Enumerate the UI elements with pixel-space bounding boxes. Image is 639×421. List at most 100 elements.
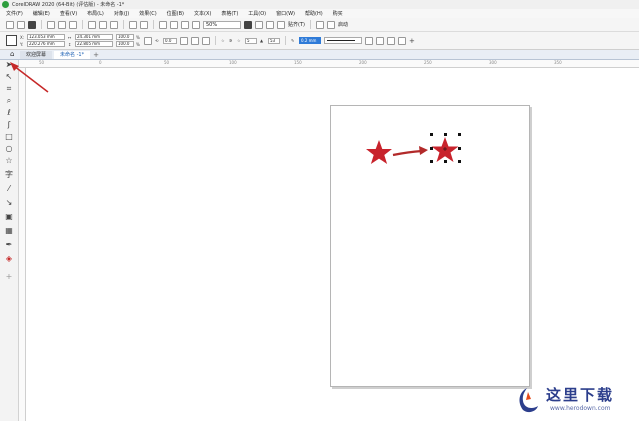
standard-toolbar: 50% 贴齐(T) 启动: [0, 18, 639, 32]
rectangle-tool-icon[interactable]: □: [4, 132, 14, 142]
eyedropper-tool-icon[interactable]: ✒: [4, 240, 14, 250]
sharpness-field[interactable]: 53: [268, 37, 280, 44]
options-gear-icon[interactable]: [315, 20, 324, 29]
freehand-tool-icon[interactable]: ℓ: [4, 108, 14, 118]
copy-icon[interactable]: [99, 20, 107, 29]
x-position-field[interactable]: 123.053 mm: [27, 34, 65, 40]
sharpness-icon: ▲: [260, 38, 264, 43]
launch-dropdown[interactable]: 启动: [338, 21, 348, 28]
menu-edit[interactable]: 编辑(E): [33, 10, 50, 17]
height-field[interactable]: 22.805 mm: [75, 41, 113, 47]
menu-effects[interactable]: 效果(C): [139, 10, 156, 17]
document-page[interactable]: [330, 105, 530, 387]
snap-to-dropdown[interactable]: 贴齐(T): [288, 21, 305, 28]
menu-help[interactable]: 帮助(H): [305, 10, 323, 17]
mirror-vertical-icon[interactable]: [202, 36, 210, 45]
menu-tools[interactable]: 工具(O): [248, 10, 266, 17]
new-tab-icon[interactable]: +: [92, 51, 100, 59]
toolbar-divider: [309, 20, 311, 29]
drop-shadow-tool-icon[interactable]: ▣: [4, 212, 14, 222]
ruler-mark: 150: [294, 60, 302, 65]
crop-tool-icon[interactable]: ⌗: [4, 84, 14, 94]
menu-layout[interactable]: 布局(L): [87, 10, 104, 17]
horizontal-ruler[interactable]: 50 0 50 100 150 200 250 300 350: [19, 60, 639, 68]
open-icon[interactable]: [17, 20, 25, 29]
menu-table[interactable]: 表格(T): [221, 10, 238, 17]
full-screen-icon[interactable]: [244, 20, 252, 29]
save-icon[interactable]: [28, 20, 36, 29]
shape-tool-icon[interactable]: ↖: [4, 72, 14, 82]
menu-text[interactable]: 文本(X): [194, 10, 211, 17]
menu-file[interactable]: 文件(F): [6, 10, 23, 17]
polygon-tool-icon[interactable]: ☆: [4, 156, 14, 166]
object-origin-icon[interactable]: [6, 35, 17, 46]
export-icon[interactable]: [181, 20, 189, 29]
scale-x-field[interactable]: 100.0: [116, 34, 134, 40]
pick-tool-icon[interactable]: ➤: [4, 60, 14, 70]
degree-icon: [180, 36, 188, 45]
paste-icon[interactable]: [110, 20, 118, 29]
ruler-mark: 50: [164, 60, 170, 65]
outline-width-field[interactable]: 0.2 mm: [299, 37, 321, 44]
window-title: CorelDRAW 2020 (64-Bit) (评估版) - 未命名 -1*: [12, 2, 125, 8]
grid-icon[interactable]: [266, 20, 274, 29]
height-icon: ↕: [68, 41, 72, 47]
new-document-icon[interactable]: [6, 20, 14, 29]
ruler-mark: 200: [359, 60, 367, 65]
zoom-tool-icon[interactable]: ⌕: [4, 96, 14, 106]
outline-pen-icon: ✎: [291, 38, 295, 43]
parallel-dimension-tool-icon[interactable]: ⁄: [4, 184, 14, 194]
title-bar: CorelDRAW 2020 (64-Bit) (评估版) - 未命名 -1*: [0, 0, 639, 9]
scale-y-field[interactable]: 100.0: [116, 41, 134, 47]
tab-welcome-screen[interactable]: 欢迎屏幕: [20, 51, 53, 59]
undo-icon[interactable]: [129, 20, 137, 29]
add-tool-icon[interactable]: +: [4, 272, 14, 282]
menu-object[interactable]: 对象(J): [114, 10, 129, 17]
star-shape-icon[interactable]: ☆: [221, 38, 226, 43]
ellipse-tool-icon[interactable]: ○: [4, 144, 14, 154]
y-position-field[interactable]: 220.276 mm: [27, 41, 65, 47]
wrap-text-icon[interactable]: [365, 36, 373, 45]
rotation-field[interactable]: 0.0: [163, 37, 177, 44]
guidelines-icon[interactable]: [277, 20, 285, 29]
complex-star-icon[interactable]: ✲: [229, 38, 234, 43]
add-icon[interactable]: +: [409, 37, 417, 45]
rotation-icon: ⟲: [155, 38, 159, 43]
upload-icon[interactable]: [58, 20, 66, 29]
menu-buy[interactable]: 购买: [333, 10, 343, 17]
redo-icon[interactable]: [140, 20, 148, 29]
vertical-ruler[interactable]: [19, 68, 26, 421]
line-style-dropdown[interactable]: [324, 37, 362, 44]
convert-to-curves-icon[interactable]: [398, 36, 406, 45]
menu-view[interactable]: 查看(V): [60, 10, 77, 17]
zoom-level-dropdown[interactable]: 50%: [203, 20, 241, 29]
to-front-icon[interactable]: [376, 36, 384, 45]
print-icon[interactable]: [69, 20, 77, 29]
tab-document[interactable]: 未命名 -1*: [54, 51, 91, 59]
home-icon[interactable]: ⌂: [10, 50, 18, 58]
rulers-icon[interactable]: [255, 20, 263, 29]
lock-ratio-icon[interactable]: [144, 36, 152, 45]
import-icon[interactable]: [170, 20, 178, 29]
menu-bitmaps[interactable]: 位图(B): [167, 10, 184, 17]
width-field[interactable]: 24.301 mm: [75, 34, 113, 40]
publish-pdf-icon[interactable]: [192, 20, 200, 29]
mirror-horizontal-icon[interactable]: [191, 36, 199, 45]
watermark: 这里下载 www.herodown.com: [514, 384, 636, 418]
cloud-icon[interactable]: [47, 20, 55, 29]
menu-window[interactable]: 窗口(W): [276, 10, 295, 17]
watermark-logo-icon: [519, 388, 538, 413]
cut-icon[interactable]: [88, 20, 96, 29]
interactive-fill-tool-icon[interactable]: ◈: [4, 254, 14, 264]
to-back-icon[interactable]: [387, 36, 395, 45]
ruler-mark: 350: [554, 60, 562, 65]
artistic-media-tool-icon[interactable]: ʃ: [4, 120, 14, 130]
toolbar-divider: [41, 20, 42, 29]
search-icon[interactable]: [159, 20, 167, 29]
ruler-mark: 250: [424, 60, 432, 65]
transparency-tool-icon[interactable]: ▦: [4, 226, 14, 236]
connector-tool-icon[interactable]: ↘: [4, 198, 14, 208]
launch-icon[interactable]: [326, 20, 335, 29]
star-points-field[interactable]: 5: [245, 37, 257, 44]
text-tool-icon[interactable]: 字: [4, 170, 14, 180]
